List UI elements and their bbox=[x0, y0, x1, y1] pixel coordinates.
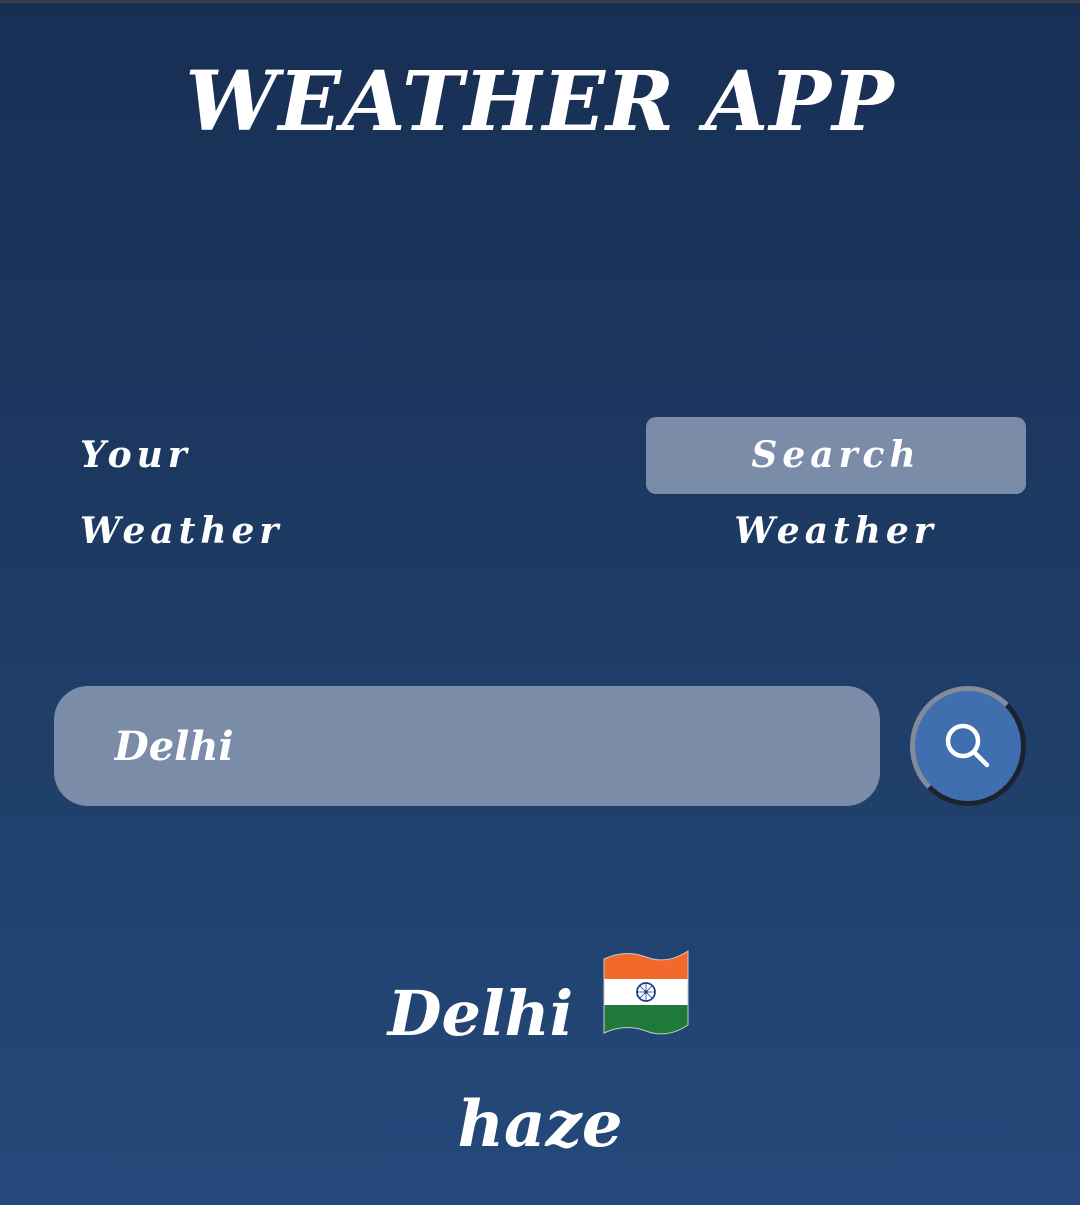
search-icon bbox=[945, 723, 990, 768]
city-heading: Delhi bbox=[0, 945, 1080, 1050]
top-edge-divider bbox=[0, 0, 1080, 3]
city-name: Delhi bbox=[387, 976, 574, 1050]
tab-search-weather[interactable]: Search Weather bbox=[646, 417, 1026, 552]
app-title: WEATHER APP bbox=[185, 54, 895, 150]
tab-your-weather[interactable]: Your Weather bbox=[64, 417, 404, 552]
weather-condition: haze bbox=[457, 1087, 623, 1162]
search-field-container[interactable] bbox=[54, 686, 880, 806]
search-input[interactable] bbox=[114, 686, 854, 806]
india-flag-icon bbox=[600, 945, 692, 1082]
search-button[interactable] bbox=[910, 686, 1026, 806]
